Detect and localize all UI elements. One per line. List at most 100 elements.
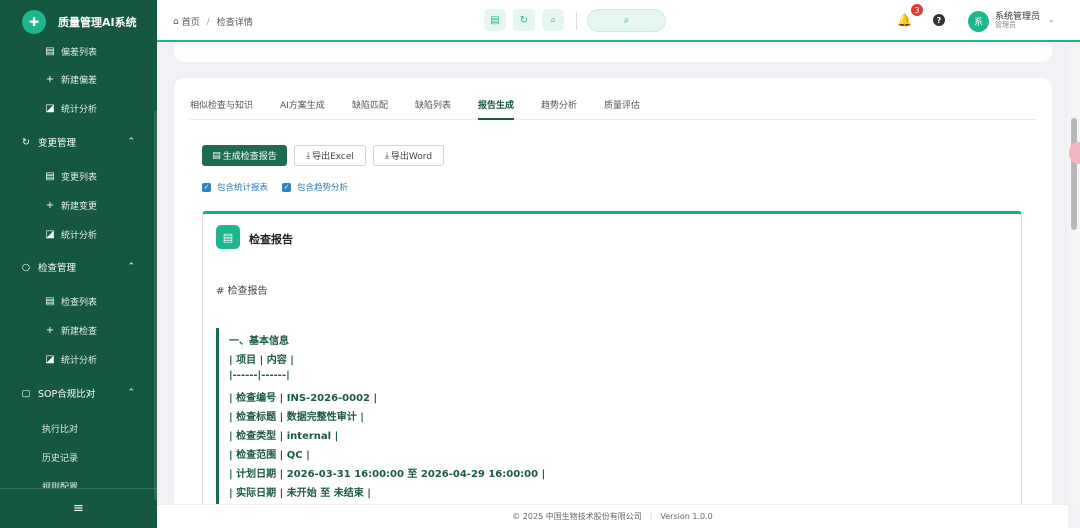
footer-copyright: © 2025 中国生物技术股份有限公司 xyxy=(512,512,642,521)
report-line: | 检查标题 | 数据完整性审计 | xyxy=(229,412,364,423)
export-excel-button[interactable]: ⤓ 导出Excel xyxy=(294,145,366,166)
sidebar-item-new-deviation[interactable]: + 新建偏差 xyxy=(0,65,157,93)
sidebar-item-new-inspection[interactable]: + 新建检查 xyxy=(0,316,157,344)
footer: © 2025 中国生物技术股份有限公司 | Version 1.0.0 xyxy=(157,504,1068,528)
top-header: ⌂ 首页 / 检查详情 ▤ ↻ ⌕ ⌕ 🔔 3 ? 系 系统管理员 管理员 ⌄ xyxy=(157,0,1080,42)
refresh-button[interactable]: ↻ xyxy=(513,9,535,31)
report-panel: ▤ 检查报告 # 检查报告 一、基本信息 | 项目 | 内容 | |------… xyxy=(202,211,1022,510)
logo-icon: ✚ xyxy=(22,10,46,34)
sidebar-item-inspection-list[interactable]: ▤ 检查列表 xyxy=(0,287,157,315)
sidebar-group-sop[interactable]: ▢ SOP合规比对 ⌃ xyxy=(0,379,157,407)
sidebar-item-new-change[interactable]: + 新建变更 xyxy=(0,191,157,219)
sidebar-item-run-compare[interactable]: 执行比对 xyxy=(0,414,157,442)
export-word-label: 导出Word xyxy=(390,152,433,162)
search-icon: ⌕ xyxy=(550,14,556,26)
refresh-icon: ↻ xyxy=(22,136,30,148)
footer-separator: | xyxy=(649,512,653,521)
search-tool-button[interactable]: ⌕ xyxy=(542,9,564,31)
chevron-down-icon[interactable]: ⌄ xyxy=(1048,15,1055,24)
chart-icon: ◪ xyxy=(45,102,55,114)
report-line: | 检查范围 | QC | xyxy=(229,450,310,461)
document-icon: ▤ xyxy=(490,14,500,26)
bell-icon[interactable]: 🔔 xyxy=(897,13,912,27)
sidebar-menu: ▤ 偏差列表 + 新建偏差 ◪ 统计分析 ↻ 变更管理 ⌃ ▤ 变更列表 + 新… xyxy=(0,40,157,489)
include-stats-checkbox[interactable]: ✓ 包含统计报表 xyxy=(202,181,268,193)
report-line: | 实际日期 | 未开始 至 未结束 | xyxy=(229,488,371,499)
sidebar-item-change-stats[interactable]: ◪ 统计分析 xyxy=(0,220,157,248)
sidebar-item-label: 新建偏差 xyxy=(61,75,98,86)
sidebar-item-rule-config[interactable]: 规则配置 xyxy=(0,472,157,489)
floating-assistant-handle[interactable] xyxy=(1069,142,1080,164)
home-icon: ⌂ xyxy=(173,16,179,27)
tab-similar-knowledge[interactable]: 相似检查与知识 xyxy=(190,100,253,120)
report-line: | 检查类型 | internal | xyxy=(229,431,339,442)
report-content: 一、基本信息 | 项目 | 内容 | |------|------| | 检查编… xyxy=(216,328,1006,510)
help-icon[interactable]: ? xyxy=(933,14,945,26)
avatar[interactable]: 系 xyxy=(968,11,989,32)
sidebar-item-label: 规则配置 xyxy=(42,482,79,489)
tab-defect-match[interactable]: 缺陷匹配 xyxy=(352,100,388,120)
sidebar-item-label: 检查列表 xyxy=(61,297,98,308)
export-word-button[interactable]: ⤓ 导出Word xyxy=(373,145,444,166)
plus-icon: + xyxy=(45,324,55,336)
sidebar-item-label: 执行比对 xyxy=(42,424,79,435)
sidebar-scrollbar[interactable] xyxy=(154,110,157,500)
include-trend-checkbox[interactable]: ✓ 包含趋势分析 xyxy=(282,181,348,193)
report-line: |------|------| xyxy=(229,370,290,381)
breadcrumb-separator: / xyxy=(206,16,210,27)
app-title: 质量管理AI系统 xyxy=(58,16,137,29)
chart-icon: ◪ xyxy=(45,353,55,365)
footer-version: Version 1.0.0 xyxy=(660,512,713,521)
sidebar-item-label: 统计分析 xyxy=(61,104,98,115)
checkbox-checked-icon: ✓ xyxy=(282,182,291,192)
breadcrumb-home[interactable]: 首页 xyxy=(182,15,200,28)
tab-quality[interactable]: 质量评估 xyxy=(604,100,640,120)
document-icon: ▢ xyxy=(21,387,31,399)
include-stats-label: 包含统计报表 xyxy=(217,183,269,193)
sidebar-group-label: 变更管理 xyxy=(38,138,77,149)
sidebar-item-change-list[interactable]: ▤ 变更列表 xyxy=(0,162,157,190)
sidebar-item-label: 偏差列表 xyxy=(61,47,98,58)
sidebar-item-label: 新建检查 xyxy=(61,326,98,337)
tab-defect-list[interactable]: 缺陷列表 xyxy=(415,100,451,120)
report-icon: ▤ xyxy=(216,225,240,249)
user-role: 管理员 xyxy=(995,21,1016,29)
tab-report[interactable]: 报告生成 xyxy=(478,100,515,120)
report-heading: # 检查报告 xyxy=(216,286,268,297)
collapse-sidebar-button[interactable]: ≡ xyxy=(0,488,157,528)
download-icon: ⤓ xyxy=(384,150,389,161)
refresh-icon: ↻ xyxy=(519,14,529,26)
plus-icon: + xyxy=(45,199,55,211)
document-tool-button[interactable]: ▤ xyxy=(484,9,506,31)
menu-icon: ≡ xyxy=(73,501,84,516)
sidebar-item-history[interactable]: 历史记录 xyxy=(0,443,157,471)
list-icon: ▤ xyxy=(45,45,55,57)
sidebar-item-label: 变更列表 xyxy=(61,172,98,183)
main-scrollbar-track[interactable] xyxy=(1068,44,1080,504)
sidebar-item-label: 统计分析 xyxy=(61,230,98,241)
breadcrumb-current: 检查详情 xyxy=(216,18,253,28)
report-line: | 检查编号 | INS-2026-0002 | xyxy=(229,393,378,404)
sidebar-item-deviation-list[interactable]: ▤ 偏差列表 xyxy=(0,40,157,65)
sidebar-item-inspection-stats[interactable]: ◪ 统计分析 xyxy=(0,345,157,373)
tab-ai-plan[interactable]: AI方案生成 xyxy=(280,100,325,120)
generate-report-button[interactable]: ▤ 生成检查报告 xyxy=(202,145,287,166)
notification-badge: 3 xyxy=(911,4,923,16)
sidebar-group-inspection[interactable]: ○ 检查管理 ⌃ xyxy=(0,253,157,281)
breadcrumb: ⌂ 首页 / 检查详情 xyxy=(173,15,253,29)
search-icon: ○ xyxy=(21,261,31,273)
report-title: 检查报告 xyxy=(249,233,293,246)
export-excel-label: 导出Excel xyxy=(312,152,354,162)
sidebar-group-change[interactable]: ↻ 变更管理 ⌃ xyxy=(0,128,157,156)
tab-trend[interactable]: 趋势分析 xyxy=(541,100,577,120)
chevron-up-icon: ⌃ xyxy=(127,388,135,398)
plus-icon: + xyxy=(45,73,55,85)
generate-report-label: 生成检查报告 xyxy=(222,152,277,162)
sidebar-item-label: 统计分析 xyxy=(61,355,98,366)
header-search-button[interactable]: ⌕ xyxy=(587,9,666,32)
inspection-detail-card: 相似检查与知识 AI方案生成 缺陷匹配 缺陷列表 报告生成 趋势分析 质量评估 … xyxy=(174,78,1052,510)
sidebar-item-deviation-stats[interactable]: ◪ 统计分析 xyxy=(0,94,157,122)
main-scrollbar-thumb[interactable] xyxy=(1071,118,1077,230)
checkbox-checked-icon: ✓ xyxy=(202,182,211,192)
list-icon: ▤ xyxy=(45,170,55,182)
